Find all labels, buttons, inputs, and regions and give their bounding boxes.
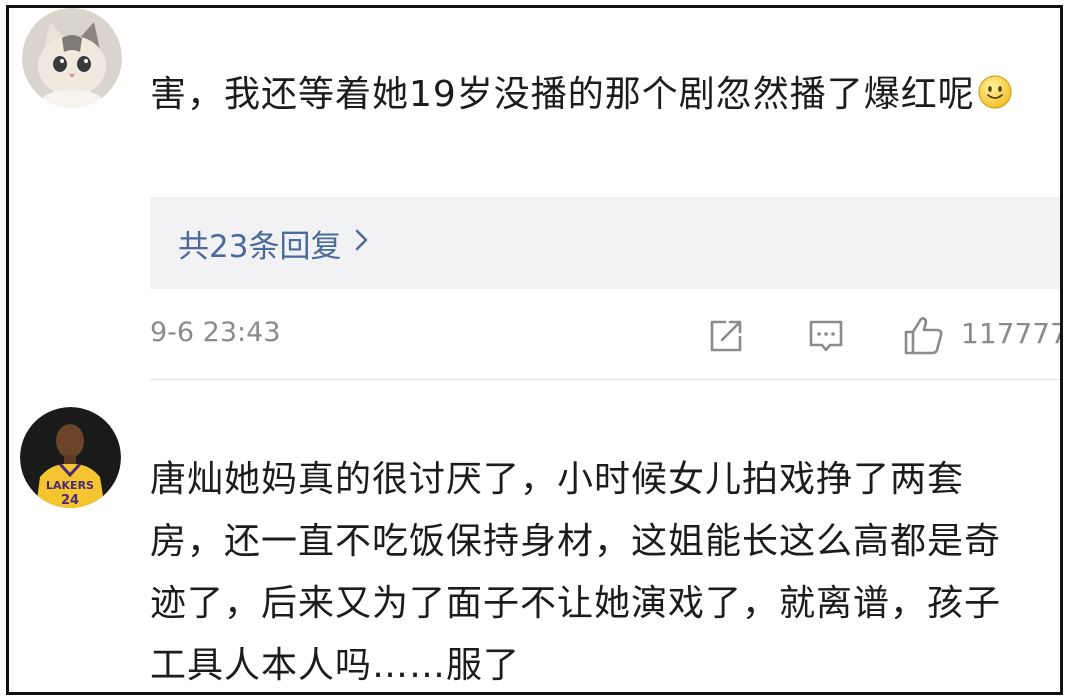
smiley-emoji-icon (977, 68, 1013, 109)
view-replies-link[interactable]: 共23条回复 (178, 221, 371, 266)
chevron-right-icon (353, 226, 371, 261)
comment-icon[interactable] (806, 316, 846, 356)
player-avatar-image: LAKERS 24 (20, 407, 121, 508)
comment-body: 唐灿她妈真的很讨厌了，小时候女儿拍戏挣了两套房，还一直不吃饭保持身材，这姐能长这… (150, 459, 1002, 686)
comment-text: 害，我还等着她19岁没播的那个剧忽然播了爆红呢 (150, 64, 1050, 126)
svg-text:LAKERS: LAKERS (46, 479, 94, 492)
comment-text: 唐灿她妈真的很讨厌了，小时候女儿拍戏挣了两套房，还一直不吃饭保持身材，这姐能长这… (150, 449, 1030, 692)
comment-divider (150, 379, 1060, 380)
replies-count-label: 共23条回复 (178, 229, 342, 265)
cat-avatar-image (22, 8, 122, 108)
comment-body: 害，我还等着她19岁没播的那个剧忽然播了爆红呢 (150, 74, 975, 115)
cat-avatar[interactable] (22, 8, 122, 108)
thumbs-up-icon[interactable] (902, 313, 946, 357)
like-count: 117777 (961, 317, 1063, 350)
replies-panel: 共23条回复 (150, 197, 1060, 289)
comment-list: 害，我还等着她19岁没播的那个剧忽然播了爆红呢 共23条回复 9-6 23:43… (6, 5, 1063, 695)
comment-timestamp: 9-6 23:43 (150, 317, 281, 348)
svg-text:24: 24 (61, 493, 79, 508)
basketball-player-avatar[interactable]: LAKERS 24 (20, 407, 121, 508)
share-icon[interactable] (706, 316, 746, 356)
